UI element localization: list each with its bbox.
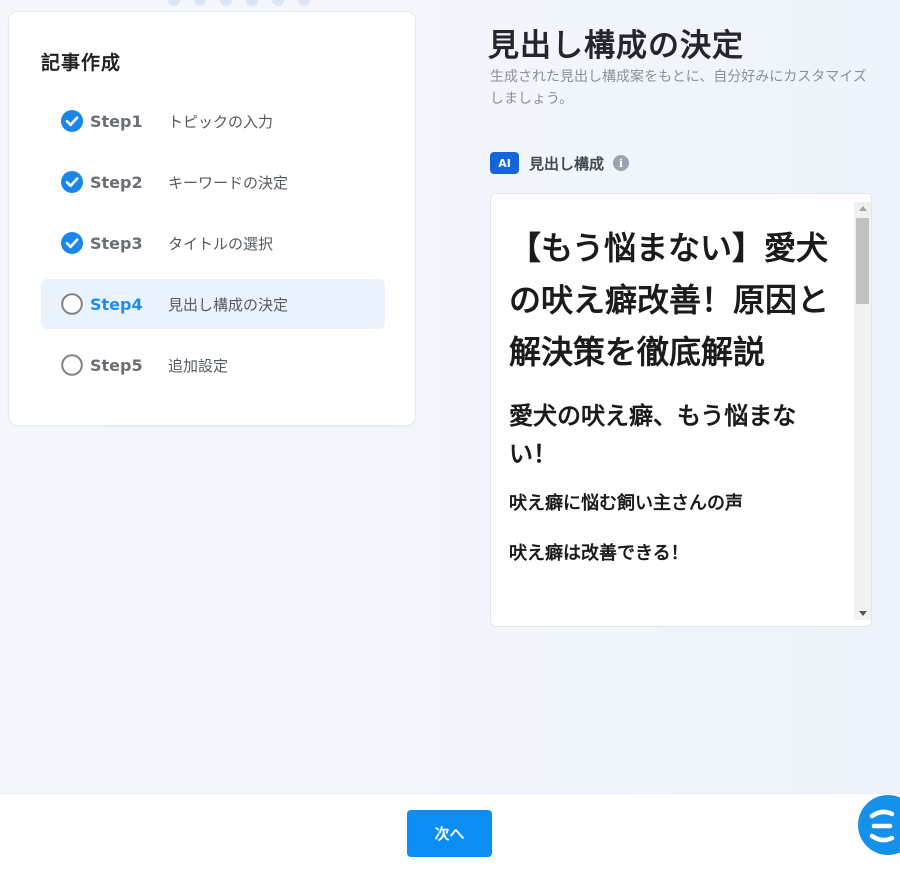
step-name: 見出し構成の決定 <box>168 295 289 314</box>
footer-bar: 次へ <box>0 793 900 872</box>
step-label: Step2 <box>90 172 143 192</box>
step-4[interactable]: Step4 見出し構成の決定 <box>41 279 385 329</box>
heading-h3[interactable]: 吠え癖は改善できる！ <box>509 540 829 568</box>
page-title: 見出し構成の決定 <box>488 28 744 64</box>
check-circle-icon <box>61 110 83 132</box>
step-label: Step4 <box>90 294 143 314</box>
section-header: AI 見出し構成 i <box>490 152 630 174</box>
next-button[interactable]: 次へ <box>407 810 492 857</box>
editor-content[interactable]: 【もう悩まない】愛犬の吠え癖改善！原因と解決策を徹底解説 愛犬の吠え癖、もう悩ま… <box>509 222 829 568</box>
scroll-down-arrow-icon[interactable] <box>859 611 867 616</box>
heading-structure-editor[interactable]: 【もう悩まない】愛犬の吠え癖改善！原因と解決策を徹底解説 愛犬の吠え癖、もう悩ま… <box>490 193 872 627</box>
step-2[interactable]: Step2 キーワードの決定 <box>41 157 385 207</box>
check-circle-icon <box>61 232 83 254</box>
step-label: Step1 <box>90 111 143 131</box>
step-label: Step3 <box>90 233 143 253</box>
step-name: 追加設定 <box>168 356 229 375</box>
step-1[interactable]: Step1 トピックの入力 <box>41 96 385 146</box>
step-5[interactable]: Step5 追加設定 <box>41 340 385 390</box>
scroll-thumb[interactable] <box>856 218 869 304</box>
empty-circle-icon <box>61 293 83 315</box>
step-name: タイトルの選択 <box>168 234 274 253</box>
step-label: Step5 <box>90 355 143 375</box>
steps-panel: 記事作成 Step1 トピックの入力 Step2 キーワードの決定 Step3 … <box>8 11 416 426</box>
heading-h3[interactable]: 吠え癖に悩む飼い主さんの声 <box>509 490 829 518</box>
ai-badge: AI <box>490 152 519 174</box>
step-list: Step1 トピックの入力 Step2 キーワードの決定 Step3 タイトルの… <box>41 96 385 401</box>
scroll-up-arrow-icon[interactable] <box>859 206 867 211</box>
empty-circle-icon <box>61 354 83 376</box>
page-subtitle: 生成された見出し構成案をもとに、自分好みにカスタマイズしましょう。 <box>490 69 867 107</box>
section-title: 見出し構成 <box>529 154 605 173</box>
check-circle-icon <box>61 171 83 193</box>
step-name: キーワードの決定 <box>168 173 289 192</box>
editor-scrollbar[interactable] <box>854 202 871 620</box>
step-name: トピックの入力 <box>168 112 274 131</box>
steps-panel-title: 記事作成 <box>41 52 122 74</box>
step-3[interactable]: Step3 タイトルの選択 <box>41 218 385 268</box>
heading-h1[interactable]: 【もう悩まない】愛犬の吠え癖改善！原因と解決策を徹底解説 <box>509 222 829 378</box>
heading-h2[interactable]: 愛犬の吠え癖、もう悩まない！ <box>509 397 829 473</box>
info-icon[interactable]: i <box>613 155 630 171</box>
decorative-dots <box>168 0 310 6</box>
